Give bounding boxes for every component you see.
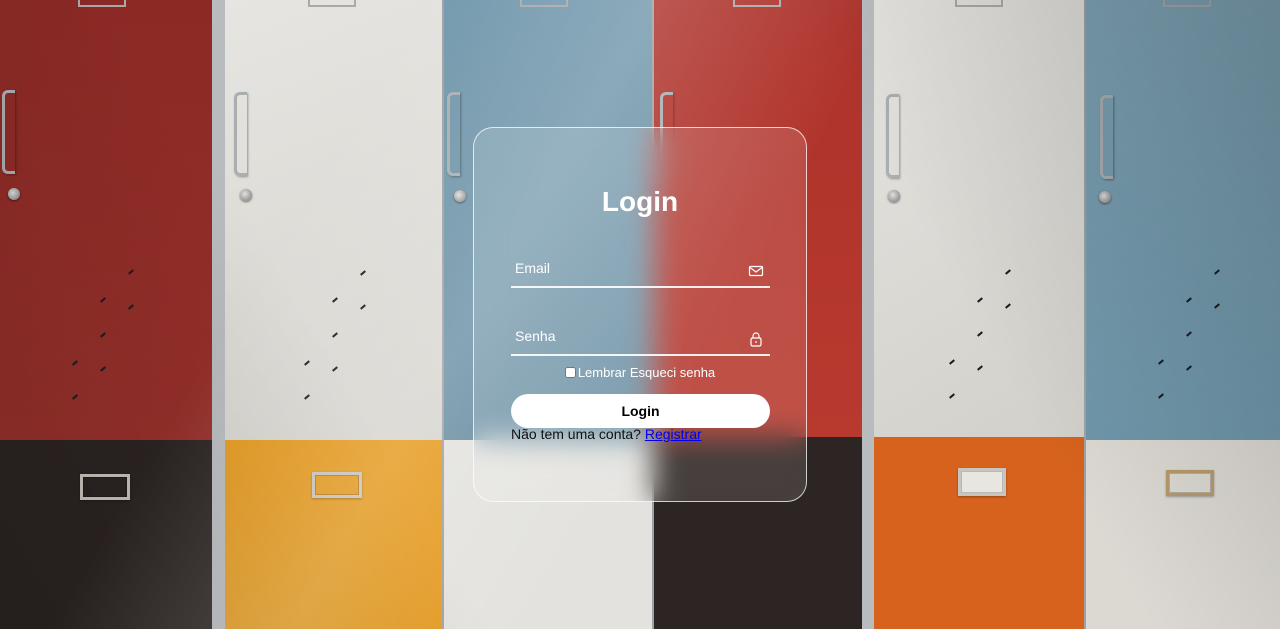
locker-frame: [862, 0, 874, 629]
locker-frame: [1084, 0, 1086, 629]
locker-label-plate: [312, 472, 362, 498]
locker-orange-bottom: [874, 437, 1084, 629]
lock-icon: [750, 332, 762, 347]
locker-blue-top-2: [1086, 0, 1280, 440]
locker-handle: [447, 92, 460, 176]
login-card: Login Lembrar Esqueci senha Login Não te…: [473, 127, 807, 502]
locker-handle: [1100, 95, 1113, 179]
locker-dark-bottom: [0, 440, 212, 629]
locker-white-bottom-2: [1086, 440, 1280, 629]
locker-red-top: [0, 0, 212, 440]
no-account-text: Não tem uma conta?: [511, 426, 641, 442]
locker-handle: [2, 90, 15, 174]
locker-tab: [520, 0, 568, 7]
login-title: Login: [601, 186, 679, 217]
locker-tab: [733, 0, 781, 7]
locker-frame: [212, 0, 225, 629]
password-field: [511, 318, 770, 356]
locker-handle: [234, 92, 247, 176]
locker-tab: [308, 0, 356, 7]
locker-lock: [454, 190, 466, 202]
remember-checkbox[interactable]: [564, 367, 576, 378]
forgot-password-link[interactable]: Esqueci senha: [630, 365, 715, 380]
locker-white-top-2: [874, 0, 1084, 437]
remember-label: Lembrar: [577, 365, 627, 380]
password-input[interactable]: [511, 318, 739, 354]
remember-row: Lembrar Esqueci senha: [474, 365, 806, 380]
locker-handle: [886, 94, 899, 178]
locker-white-top: [225, 0, 442, 440]
login-button[interactable]: Login: [511, 394, 770, 428]
locker-lock: [1099, 191, 1111, 203]
locker-lock: [888, 190, 900, 202]
register-link[interactable]: Registrar: [645, 426, 702, 442]
mail-icon: [748, 265, 764, 277]
locker-label-plate: [958, 468, 1006, 496]
locker-frame: [442, 0, 444, 629]
locker-label-plate: [80, 474, 130, 500]
locker-tab: [955, 0, 1003, 7]
locker-label-plate: [1166, 470, 1214, 496]
locker-yellow-bottom: [225, 440, 442, 629]
email-input[interactable]: [511, 250, 739, 286]
locker-tab: [78, 0, 126, 7]
email-field: [511, 250, 770, 288]
register-line: Não tem uma conta? Registrar: [511, 426, 702, 442]
locker-lock: [8, 188, 20, 200]
locker-lock: [240, 189, 252, 201]
locker-tab: [1163, 0, 1211, 7]
